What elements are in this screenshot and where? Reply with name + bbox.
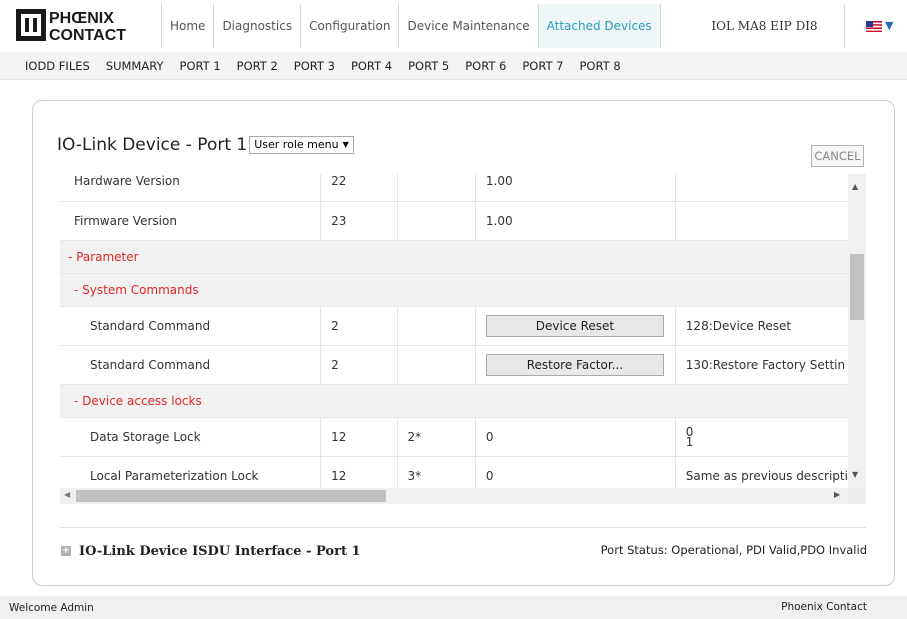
param-subindex: 2* [396, 417, 476, 457]
param-subindex [396, 201, 476, 241]
param-value: 1.00 [474, 174, 676, 202]
section-divider [60, 527, 866, 528]
welcome-text: Welcome Admin [9, 602, 94, 614]
nav-home[interactable]: Home [161, 4, 213, 48]
param-index: 22 [320, 174, 398, 202]
param-index: 12 [320, 417, 398, 457]
param-name: Firmware Version [60, 201, 321, 241]
param-name: Data Storage Lock [60, 417, 321, 457]
nav-diagnostics[interactable]: Diagnostics [213, 4, 300, 48]
scroll-left-icon[interactable]: ◀ [64, 490, 70, 499]
parameter-table: Hardware Version 22 1.00 Firmware Versio… [60, 174, 848, 488]
subnav-port-4[interactable]: PORT 4 [343, 52, 400, 80]
param-name: Local Parameterization Lock [60, 456, 321, 488]
page-title: IO-Link Device - Port 1 [57, 135, 248, 155]
subnav-port-5[interactable]: PORT 5 [400, 52, 457, 80]
param-description: 128:Device Reset [674, 306, 848, 346]
table-row: Data Storage Lock 12 2* 0 0 1 [60, 417, 848, 457]
nav-configuration[interactable]: Configuration [300, 4, 398, 48]
table-row: Standard Command 2 Restore Factor... 130… [60, 345, 848, 385]
param-value: 1.00 [474, 201, 676, 241]
desc-line: 1 [685, 434, 694, 449]
param-value: Restore Factor... [474, 345, 676, 385]
isdu-section-title[interactable]: IO-Link Device ISDU Interface - Port 1 [79, 544, 361, 559]
group-label[interactable]: - System Commands [60, 273, 848, 307]
param-description [674, 201, 848, 241]
subnav-summary[interactable]: SUMMARY [98, 52, 172, 80]
parameter-table-container: Hardware Version 22 1.00 Firmware Versio… [60, 174, 866, 504]
scroll-down-icon[interactable]: ▼ [852, 470, 858, 479]
subnav-iodd-files[interactable]: IODD FILES [21, 52, 98, 80]
scroll-right-icon[interactable]: ▶ [834, 490, 840, 499]
horizontal-scrollbar[interactable]: ◀ ▶ [60, 488, 848, 504]
desc-line: 0 [685, 424, 694, 439]
param-value: Device Reset [474, 306, 676, 346]
footer: Welcome Admin Phoenix Contact [0, 596, 907, 619]
param-index: 2 [320, 306, 398, 346]
nav-attached-devices[interactable]: Attached Devices [537, 4, 661, 48]
param-value: 0 [474, 417, 676, 457]
scrollbar-corner [848, 488, 866, 504]
table-row: Local Parameterization Lock 12 3* 0 Same… [60, 456, 848, 488]
device-panel: IO-Link Device - Port 1 User role menu ▼… [32, 100, 895, 586]
table-row: Hardware Version 22 1.00 [60, 174, 848, 202]
top-navigation-bar: PHŒNIX CONTACT Home Diagnostics Configur… [0, 0, 907, 52]
cancel-button[interactable]: CANCEL [811, 145, 864, 167]
restore-factory-button[interactable]: Restore Factor... [485, 353, 664, 376]
device-name-label: IOL MA8 EIP DI8 [685, 4, 845, 48]
subnav-port-3[interactable]: PORT 3 [286, 52, 343, 80]
language-dropdown-icon[interactable]: ▼ [885, 19, 895, 32]
device-reset-button[interactable]: Device Reset [485, 314, 664, 337]
parameter-table-viewport: Hardware Version 22 1.00 Firmware Versio… [60, 174, 848, 488]
param-description: 0 1 [674, 417, 848, 457]
subnav-port-8[interactable]: PORT 8 [572, 52, 629, 80]
panel-header: IO-Link Device - Port 1 User role menu ▼ [57, 133, 354, 157]
param-subindex [396, 345, 476, 385]
user-role-select-value: User role menu [254, 138, 339, 151]
group-label[interactable]: - Parameter [60, 240, 848, 274]
svg-text:PHŒNIX: PHŒNIX [49, 10, 114, 27]
us-flag-icon[interactable] [866, 21, 882, 32]
expand-plus-icon[interactable]: + [61, 546, 71, 556]
footer-brand: Phoenix Contact [781, 601, 867, 613]
subnav-port-2[interactable]: PORT 2 [229, 52, 286, 80]
param-name: Standard Command [60, 306, 321, 346]
param-name: Standard Command [60, 345, 321, 385]
group-label[interactable]: - Device access locks [60, 384, 848, 418]
table-row: Firmware Version 23 1.00 [60, 201, 848, 241]
svg-text:CONTACT: CONTACT [49, 27, 126, 42]
horizontal-scroll-thumb[interactable] [76, 490, 386, 502]
scroll-up-icon[interactable]: ▲ [852, 182, 858, 191]
group-row-device-access-locks[interactable]: - Device access locks [60, 384, 848, 418]
param-subindex [396, 174, 476, 202]
user-role-select[interactable]: User role menu ▼ [249, 136, 354, 154]
subnav-port-7[interactable]: PORT 7 [514, 52, 571, 80]
main-nav: Home Diagnostics Configuration Device Ma… [161, 4, 661, 48]
param-subindex [396, 306, 476, 346]
param-index: 23 [320, 201, 398, 241]
isdu-section-header[interactable]: + IO-Link Device ISDU Interface - Port 1… [61, 541, 867, 561]
port-status-text: Port Status: Operational, PDI Valid,PDO … [600, 543, 867, 557]
vertical-scrollbar[interactable]: ▲ ▼ [848, 174, 866, 488]
subnav-port-6[interactable]: PORT 6 [457, 52, 514, 80]
nav-device-maintenance[interactable]: Device Maintenance [398, 4, 537, 48]
select-arrow-icon: ▼ [342, 140, 349, 149]
param-value: 0 [474, 456, 676, 488]
param-index: 12 [320, 456, 398, 488]
group-row-parameter[interactable]: - Parameter [60, 240, 848, 274]
phoenix-contact-logo[interactable]: PHŒNIX CONTACT [16, 8, 150, 42]
vertical-scroll-thumb[interactable] [850, 254, 864, 320]
sub-navigation: IODD FILES SUMMARY PORT 1 PORT 2 PORT 3 … [0, 52, 907, 80]
table-row: Standard Command 2 Device Reset 128:Devi… [60, 306, 848, 346]
param-index: 2 [320, 345, 398, 385]
group-row-system-commands[interactable]: - System Commands [60, 273, 848, 307]
param-description: Same as previous descripti [674, 456, 848, 488]
subnav-port-1[interactable]: PORT 1 [172, 52, 229, 80]
param-description [674, 174, 848, 202]
param-name: Hardware Version [60, 174, 321, 202]
param-subindex: 3* [396, 456, 476, 488]
param-description: 130:Restore Factory Settin [674, 345, 848, 385]
